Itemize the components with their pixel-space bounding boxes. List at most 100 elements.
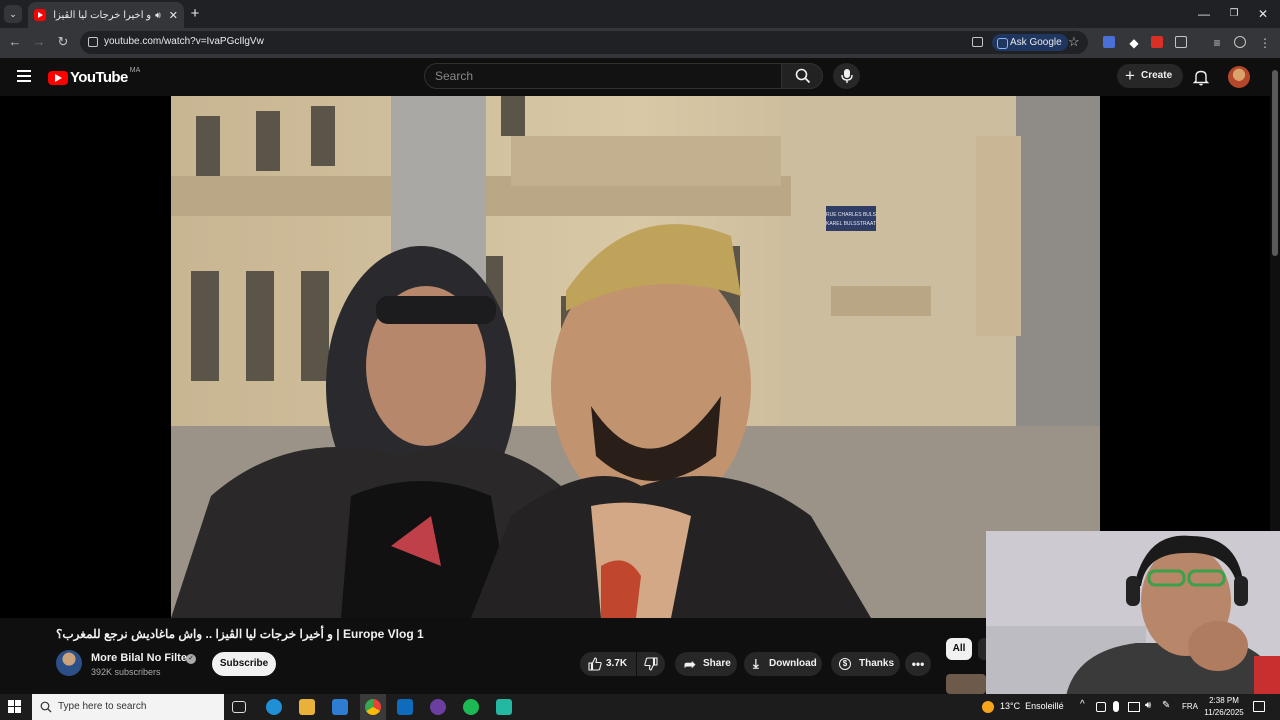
- share-arrow-icon: ➦: [684, 656, 696, 672]
- share-label: Share: [703, 658, 731, 669]
- video-frame[interactable]: RUE CHARLES BULS KAREL BULSSTRAAT: [171, 96, 1100, 618]
- notification-center-icon[interactable]: [1253, 701, 1265, 712]
- download-button[interactable]: ⤓ Download: [744, 652, 822, 676]
- speaker-icon[interactable]: 🔊︎: [155, 10, 161, 21]
- tray-overflow-icon[interactable]: ^: [1080, 699, 1085, 710]
- weather-condition: Ensoleillé: [1025, 701, 1064, 711]
- video-scene-image: RUE CHARLES BULS KAREL BULSSTRAAT: [171, 96, 1100, 618]
- weather-sun-icon[interactable]: [982, 701, 994, 713]
- tab-search-button[interactable]: ⌄: [4, 5, 22, 23]
- channel-avatar[interactable]: [56, 650, 82, 676]
- ask-google-button[interactable]: Ask Google: [992, 34, 1068, 51]
- close-tab-icon[interactable]: ✕: [169, 9, 178, 22]
- scrollbar-thumb[interactable]: [1272, 70, 1278, 256]
- reload-icon[interactable]: ↻: [56, 35, 70, 49]
- taskbar-search-input[interactable]: Type here to search: [32, 694, 224, 720]
- app-purple-icon[interactable]: [430, 699, 446, 715]
- street-sign-text: RUE CHARLES BULS: [826, 212, 877, 218]
- media-controls-icon[interactable]: ≡: [1210, 36, 1224, 50]
- search-button[interactable]: [781, 63, 823, 89]
- weather-widget[interactable]: 13°C Ensoleillé: [1000, 701, 1064, 711]
- clock-time: 2:38 PM: [1209, 696, 1239, 705]
- windows-taskbar: Type here to search 13°C Ensoleillé ^ 🔊︎…: [0, 694, 1280, 720]
- forward-arrow-icon[interactable]: →: [32, 35, 46, 49]
- subscribe-button[interactable]: Subscribe: [212, 652, 276, 676]
- chrome-icon: [365, 699, 381, 715]
- verified-badge-icon: ✓: [186, 654, 196, 664]
- close-window-button[interactable]: ✕: [1254, 5, 1272, 23]
- youtube-favicon-icon: [34, 9, 46, 21]
- chrome-menu-icon[interactable]: ⋮: [1258, 36, 1272, 50]
- create-button[interactable]: + Create: [1117, 64, 1183, 88]
- thumbs-up-icon: [588, 657, 602, 671]
- profile-icon[interactable]: [1234, 36, 1246, 48]
- share-button[interactable]: ➦ Share: [675, 652, 737, 676]
- create-label: Create: [1141, 70, 1173, 81]
- clock-date: 11/26/2025: [1204, 708, 1244, 717]
- temperature: 13°C: [1000, 701, 1021, 711]
- address-bar[interactable]: youtube.com/watch?v=IvaPGcIlgVw Ask Goog…: [80, 31, 1088, 54]
- file-explorer-icon[interactable]: [299, 699, 315, 715]
- more-actions-button[interactable]: •••: [905, 652, 931, 676]
- youtube-play-logo-icon: [48, 70, 68, 85]
- webcam-image: [986, 531, 1280, 696]
- tray-app-icon[interactable]: [1096, 702, 1106, 712]
- like-button[interactable]: 3.7K: [580, 652, 636, 676]
- task-view-icon[interactable]: [232, 701, 246, 713]
- tray-mic-icon[interactable]: [1113, 701, 1119, 712]
- new-tab-button[interactable]: +: [186, 5, 204, 23]
- windows-start-icon[interactable]: [8, 700, 22, 714]
- plus-icon: +: [1125, 66, 1135, 85]
- hamburger-menu-icon[interactable]: [17, 70, 31, 82]
- system-clock[interactable]: 2:38 PM 11/26/2025: [1200, 695, 1248, 719]
- youtube-logo[interactable]: YouTube MA: [48, 67, 141, 86]
- channel-name[interactable]: More Bilal No Filter: [91, 652, 191, 664]
- microphone-icon: [841, 69, 853, 83]
- microsoft-store-icon[interactable]: [332, 699, 348, 715]
- extension-red-icon[interactable]: [1151, 36, 1163, 48]
- extensions-puzzle-icon[interactable]: [1175, 36, 1187, 48]
- site-info-icon[interactable]: [88, 37, 98, 47]
- download-label: Download: [769, 658, 817, 669]
- youtube-wordmark: YouTube: [70, 69, 128, 86]
- back-arrow-icon[interactable]: ←: [8, 35, 22, 49]
- bookmark-star-icon[interactable]: ☆: [1068, 34, 1080, 50]
- chrome-taskbar-active[interactable]: [360, 694, 386, 720]
- search-input[interactable]: Search: [424, 63, 782, 89]
- tab-title: و أخيرا خرجات ليا الڤيزا .. واش: [52, 9, 152, 21]
- notifications-bell-icon[interactable]: [1193, 69, 1209, 86]
- chip-all[interactable]: All: [946, 638, 972, 660]
- edge-browser-icon[interactable]: [266, 699, 282, 715]
- recommended-video-thumbnail[interactable]: [946, 674, 986, 694]
- browser-tab-youtube[interactable]: و أخيرا خرجات ليا الڤيزا .. واش 🔊︎ ✕: [28, 2, 184, 28]
- like-count: 3.7K: [606, 658, 628, 669]
- thanks-button[interactable]: $ Thanks: [831, 652, 900, 676]
- country-code: MA: [129, 67, 141, 74]
- browser-toolbar: ← → ↻ youtube.com/watch?v=IvaPGcIlgVw As…: [0, 28, 1280, 58]
- outlook-icon[interactable]: [397, 699, 413, 715]
- video-title: و أخيرا خرجات ليا الڤيزا .. واش ماغاديش …: [56, 627, 424, 641]
- volume-icon[interactable]: 🔊︎: [1145, 700, 1151, 711]
- youtube-header: YouTube MA Search + Create: [0, 58, 1280, 96]
- spotify-icon[interactable]: [463, 699, 479, 715]
- install-app-icon[interactable]: [972, 37, 983, 47]
- taskbar-search-placeholder: Type here to search: [58, 701, 147, 712]
- browser-tab-strip: ⌄ و أخيرا خرجات ليا الڤيزا .. واش 🔊︎ ✕ +…: [0, 0, 1280, 28]
- thumbs-down-icon: [644, 657, 658, 671]
- account-avatar[interactable]: [1228, 66, 1250, 88]
- minimize-button[interactable]: —: [1195, 5, 1213, 23]
- network-icon[interactable]: [1128, 702, 1140, 712]
- dislike-button[interactable]: [637, 652, 665, 676]
- input-language[interactable]: FRA: [1182, 702, 1198, 711]
- voice-search-button[interactable]: [833, 63, 860, 89]
- translate-extension-icon[interactable]: [1103, 36, 1115, 48]
- webcam-overlay: [986, 531, 1280, 696]
- restore-button[interactable]: ❐: [1225, 5, 1243, 23]
- app-teal-icon[interactable]: [496, 699, 512, 715]
- super-thanks-icon: $: [839, 658, 851, 670]
- pen-icon[interactable]: ✎: [1162, 700, 1170, 711]
- thanks-label: Thanks: [859, 658, 895, 669]
- extension-diamond-icon[interactable]: ◆: [1127, 36, 1141, 50]
- url-text: youtube.com/watch?v=IvaPGcIlgVw: [104, 36, 264, 47]
- street-sign-text: KAREL BULSSTRAAT: [826, 221, 876, 227]
